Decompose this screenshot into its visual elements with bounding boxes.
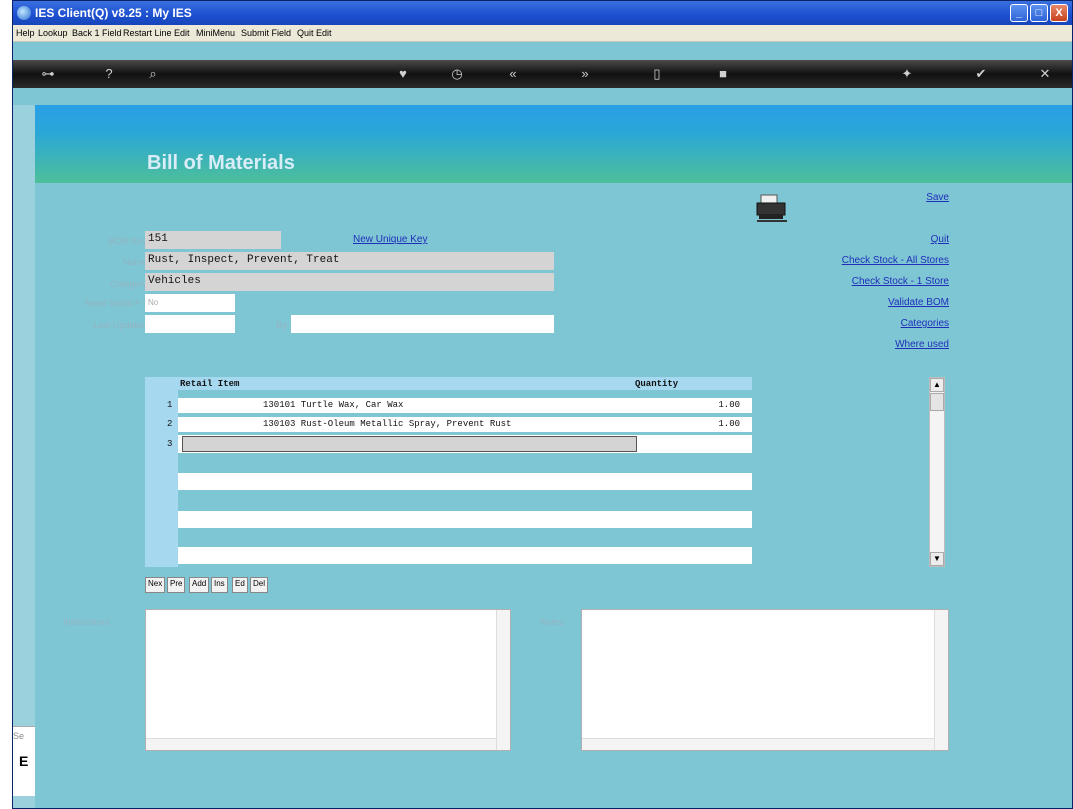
menu-minimenu[interactable]: MiniMenu: [196, 28, 235, 38]
menu-quit-edit[interactable]: Quit Edit: [297, 28, 332, 38]
category-field[interactable]: Vehicles: [145, 273, 554, 291]
forward-icon[interactable]: »: [575, 64, 595, 84]
by-field[interactable]: [291, 315, 554, 333]
table-row[interactable]: 130103 Rust-Oleum Metallic Spray, Preven…: [178, 417, 752, 432]
square-icon[interactable]: ■: [713, 64, 733, 84]
row-quantity: 1.00: [718, 419, 740, 429]
key-icon[interactable]: ⊶: [33, 64, 63, 84]
close-button[interactable]: X: [1050, 4, 1068, 22]
gear-icon[interactable]: ✦: [897, 64, 917, 84]
menu-help[interactable]: Help: [16, 28, 35, 38]
notes-label: Notes: [540, 617, 564, 627]
header-retail-item: Retail Item: [180, 379, 240, 389]
row-item: 130101 Turtle Wax, Car Wax: [263, 400, 404, 410]
table-row[interactable]: [178, 435, 752, 453]
heart-icon[interactable]: ♥: [393, 64, 413, 84]
notes-hscroll[interactable]: [582, 738, 934, 750]
header-quantity: Quantity: [635, 379, 679, 389]
printer-icon[interactable]: [755, 193, 789, 223]
last-updated-field[interactable]: [145, 315, 235, 333]
need-serial-field[interactable]: No: [145, 294, 235, 312]
page-header: Bill of Materials: [35, 105, 1072, 183]
table-row[interactable]: [178, 547, 752, 564]
stop-icon[interactable]: ▯: [647, 64, 667, 84]
help-icon[interactable]: ?: [99, 64, 119, 84]
scroll-down-icon[interactable]: ▼: [930, 552, 944, 566]
scroll-up-icon[interactable]: ▲: [930, 378, 944, 392]
search-icon[interactable]: ⌕: [143, 64, 163, 84]
background-window-glyph: E: [19, 753, 29, 769]
notes-vscroll[interactable]: [934, 610, 948, 750]
quit-link[interactable]: Quit: [873, 234, 949, 245]
page-title: Bill of Materials: [147, 152, 295, 174]
clock-icon[interactable]: ◷: [447, 64, 467, 84]
menu-lookup[interactable]: Lookup: [38, 28, 68, 38]
check-stock-all-stores-link[interactable]: Check Stock - All Stores: [783, 255, 949, 266]
table-row[interactable]: [178, 473, 752, 490]
title-bar: IES Client(Q) v8.25 : My IES _ □ X: [13, 1, 1072, 25]
insert-button[interactable]: Ins: [211, 577, 228, 593]
left-strip: [13, 105, 35, 808]
add-button[interactable]: Add: [189, 577, 210, 593]
grid-scrollbar[interactable]: ▲ ▼: [929, 377, 945, 567]
where-used-link[interactable]: Where used: [813, 339, 949, 350]
save-link[interactable]: Save: [873, 192, 949, 203]
previous-button[interactable]: Pre: [167, 577, 186, 593]
background-window-edge: Se E: [13, 726, 35, 796]
scroll-thumb[interactable]: [930, 393, 944, 411]
instructions-label: Instructions: [63, 617, 110, 627]
row-item: 130103 Rust-Oleum Metallic Spray, Preven…: [263, 419, 512, 429]
window-title: IES Client(Q) v8.25 : My IES: [35, 6, 192, 20]
delete-button[interactable]: Del: [250, 577, 269, 593]
name-field[interactable]: Rust, Inspect, Prevent, Treat: [145, 252, 554, 270]
instructions-memo[interactable]: [145, 609, 511, 751]
grid-header: Retail Item Quantity: [145, 377, 752, 390]
need-serial-label: Need Serial # ?: [84, 298, 147, 308]
bom-key-label: BOM Key: [108, 236, 147, 246]
category-label: Category: [110, 279, 147, 289]
menu-bar: Help Lookup Back 1 Field Restart Line Ed…: [13, 25, 1072, 42]
categories-link[interactable]: Categories: [813, 318, 949, 329]
check-icon[interactable]: ✔: [971, 64, 991, 84]
rewind-icon[interactable]: «: [503, 64, 523, 84]
maximize-button[interactable]: □: [1030, 4, 1048, 22]
last-updated-label: Last Updated: [93, 320, 147, 330]
by-label: By: [276, 320, 287, 330]
row-number: 1: [167, 400, 173, 410]
table-row[interactable]: 130101 Turtle Wax, Car Wax 1.00: [178, 398, 752, 413]
validate-bom-link[interactable]: Validate BOM: [813, 297, 949, 308]
toolbar: ⊶ ? ⌕ ♥ ◷ « » ▯ ■ ✦ ✔ ✕: [13, 60, 1072, 88]
row-number: 3: [167, 439, 173, 449]
background-window-text: Se: [13, 731, 25, 741]
row-number: 2: [167, 419, 173, 429]
instructions-hscroll[interactable]: [146, 738, 496, 750]
app-icon: [17, 6, 31, 20]
row-number-column: [145, 390, 178, 567]
edit-button[interactable]: Ed: [232, 577, 248, 593]
items-grid: Retail Item Quantity 130101 Turtle Wax, …: [145, 377, 752, 567]
name-label: Name: [122, 257, 147, 267]
minimize-button[interactable]: _: [1010, 4, 1028, 22]
row-item-edit-field[interactable]: [182, 436, 637, 452]
app-window: IES Client(Q) v8.25 : My IES _ □ X Help …: [12, 0, 1073, 809]
check-stock-1-store-link[interactable]: Check Stock - 1 Store: [783, 276, 949, 287]
close-icon[interactable]: ✕: [1035, 64, 1055, 84]
instructions-vscroll[interactable]: [496, 610, 510, 750]
next-button[interactable]: Nex: [145, 577, 166, 593]
notes-memo[interactable]: [581, 609, 949, 751]
table-row[interactable]: [178, 511, 752, 528]
menu-back-1-field[interactable]: Back 1 Field: [72, 28, 122, 38]
new-unique-key-link[interactable]: New Unique Key: [353, 234, 427, 245]
bom-key-field[interactable]: 151: [145, 231, 281, 249]
row-quantity: 1.00: [718, 400, 740, 410]
menu-restart-line-edit[interactable]: Restart Line Edit: [123, 28, 190, 38]
menu-submit-field[interactable]: Submit Field: [241, 28, 291, 38]
